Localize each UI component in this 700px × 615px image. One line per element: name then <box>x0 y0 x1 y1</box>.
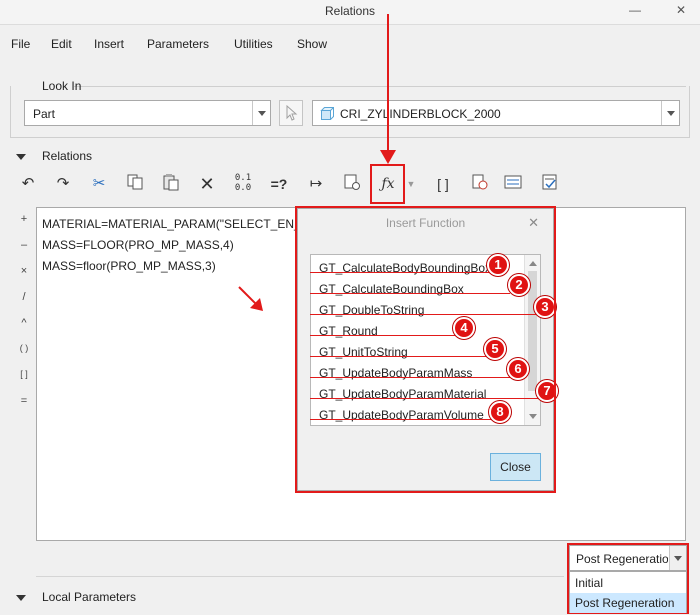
close-window-button[interactable]: ✕ <box>676 3 686 17</box>
annotation-badge: 7 <box>536 380 558 402</box>
chevron-down-icon[interactable] <box>661 101 679 125</box>
annotation-badge: 5 <box>484 338 506 360</box>
look-in-divider <box>74 86 686 87</box>
annotation-badge: 6 <box>507 358 529 380</box>
annotation-badge: 3 <box>534 296 556 318</box>
look-in-model-select[interactable]: CRI_ZYLINDERBLOCK_2000 <box>312 100 680 126</box>
look-in-type-select[interactable]: Part <box>24 100 271 126</box>
relation-line[interactable]: MASS=floor(PRO_MP_MASS,3) <box>42 259 216 273</box>
close-icon[interactable]: ✕ <box>528 215 539 231</box>
chevron-down-icon[interactable]: ▼ <box>404 173 418 195</box>
copy-icon[interactable] <box>124 173 146 195</box>
relation-line[interactable]: MASS=FLOOR(PRO_MP_MASS,4) <box>42 238 234 252</box>
scroll-down-icon[interactable] <box>529 414 537 419</box>
operator-plus-button[interactable]: + <box>15 213 33 225</box>
annotation-badge: 4 <box>453 317 475 339</box>
operator-divide-button[interactable]: / <box>15 291 33 303</box>
collapse-local-parameters-icon[interactable] <box>16 595 26 601</box>
operator-minus-button[interactable]: – <box>15 239 33 251</box>
annotation-underline <box>310 314 536 315</box>
select-pointer-button[interactable] <box>279 100 303 126</box>
window-title: Relations <box>324 4 376 18</box>
annotation-underline <box>310 272 490 273</box>
regeneration-select[interactable]: Post Regeneration <box>569 545 687 571</box>
part-icon <box>320 107 334 120</box>
scroll-up-icon[interactable] <box>529 261 537 266</box>
operator-equals-button[interactable]: = <box>15 395 33 407</box>
delete-icon[interactable]: ✕ <box>196 173 218 195</box>
menu-insert[interactable]: Insert <box>94 37 124 51</box>
menu-file[interactable]: File <box>11 37 30 51</box>
operator-bracket-button[interactable]: [ ] <box>15 369 33 379</box>
regeneration-dropdown: Initial Post Regeneration <box>569 571 687 613</box>
toggle-units-icon[interactable]: 0.1 0.0 <box>232 173 254 195</box>
collapse-relations-icon[interactable] <box>16 154 26 160</box>
dialog-title: Insert Function <box>385 216 466 230</box>
paste-icon[interactable] <box>160 173 182 195</box>
annotation-badge: 2 <box>508 274 530 296</box>
annotation-underline <box>310 419 492 420</box>
annotation-badge: 1 <box>487 254 509 276</box>
cut-icon[interactable]: ✂ <box>88 173 110 195</box>
relation-line[interactable]: MATERIAL=MATERIAL_PARAM("SELECT_EN_NAM <box>42 217 327 231</box>
annotation-underline <box>310 398 546 399</box>
close-dialog-button[interactable]: Close <box>490 453 541 481</box>
annotation-badge: 8 <box>489 401 511 423</box>
section-divider <box>36 576 564 577</box>
annotation-underline <box>310 356 486 357</box>
regeneration-option-initial[interactable]: Initial <box>570 573 686 593</box>
menu-edit[interactable]: Edit <box>51 37 72 51</box>
look-in-type-value: Part <box>33 107 56 121</box>
menu-utilities[interactable]: Utilities <box>234 37 273 51</box>
parameter-icon[interactable] <box>502 173 524 195</box>
title-bar: Relations — ✕ <box>0 0 700 25</box>
evaluate-icon[interactable]: =? <box>268 173 290 195</box>
scroll-thumb[interactable] <box>528 271 537 391</box>
arrow-diagonal-icon <box>238 286 263 311</box>
redo-icon[interactable]: ↷ <box>52 173 74 195</box>
annotation-arrow-shaft <box>387 14 389 154</box>
chevron-down-icon[interactable] <box>669 546 686 570</box>
minimize-button[interactable]: — <box>629 3 641 17</box>
insert-function-icon[interactable]: ƒx <box>377 173 399 195</box>
dimension-icon[interactable]: ↦ <box>305 173 327 195</box>
operator-parenthesis-button[interactable]: ( ) <box>15 343 33 353</box>
function-list[interactable]: GT_CalculateBodyBoundingBox GT_Calculate… <box>310 254 541 426</box>
sort-icon[interactable] <box>341 173 363 195</box>
menu-bar: File Edit Insert Parameters Utilities Sh… <box>0 33 700 55</box>
undo-icon[interactable]: ↶ <box>17 173 39 195</box>
relations-label: Relations <box>42 149 93 163</box>
arrow-down-icon <box>380 150 396 164</box>
regeneration-option-post[interactable]: Post Regeneration <box>570 593 686 613</box>
local-parameters-label: Local Parameters <box>42 590 137 604</box>
look-in-model-value: CRI_ZYLINDERBLOCK_2000 <box>340 107 501 121</box>
annotation-underline <box>310 293 510 294</box>
insert-function-dialog: Insert Function ✕ GT_CalculateBodyBoundi… <box>297 208 554 491</box>
relation-table-icon[interactable] <box>539 173 561 195</box>
chevron-down-icon[interactable] <box>252 101 270 125</box>
insert-parenthesis-icon[interactable]: [ ] <box>432 173 454 195</box>
annotation-underline <box>310 377 510 378</box>
operator-power-button[interactable]: ^ <box>15 317 33 329</box>
verify-icon[interactable] <box>469 173 491 195</box>
look-in-label: Look In <box>42 79 82 93</box>
operator-multiply-button[interactable]: × <box>15 265 33 277</box>
annotation-underline <box>310 335 456 336</box>
menu-show[interactable]: Show <box>297 37 327 51</box>
regeneration-value: Post Regeneration <box>576 552 668 566</box>
pointer-icon <box>286 104 298 121</box>
menu-parameters[interactable]: Parameters <box>147 37 209 51</box>
